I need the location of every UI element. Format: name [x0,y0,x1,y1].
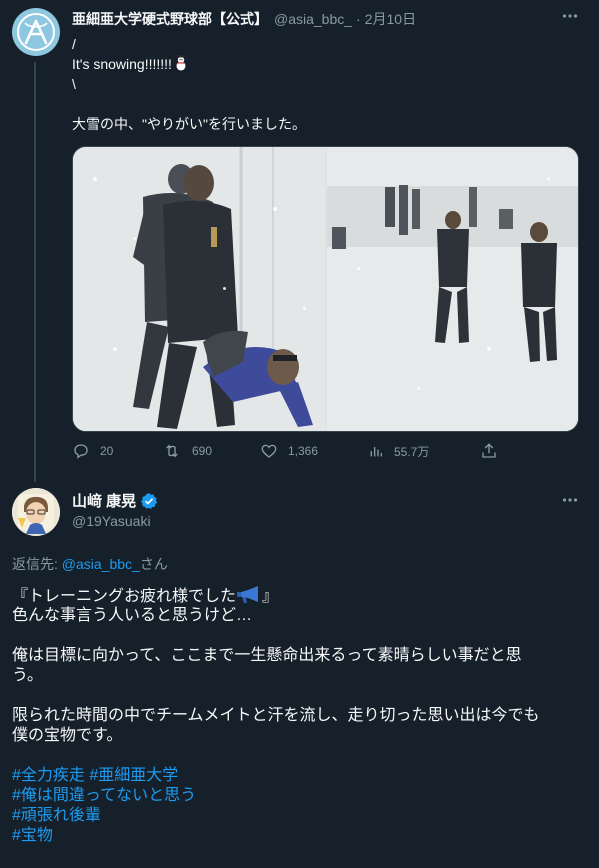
tweet-line-text: 『トレーニングお疲れ様でした [12,588,237,605]
original-tweet[interactable]: 亜細亜大学硬式野球部【公式】 @asia_bbc_ · 2月10日 / It's… [0,0,599,482]
tweet-line: 僕の宝物です。 [12,727,123,744]
photo-1[interactable] [73,147,325,431]
view-count: 55.7万 [394,444,430,459]
tweet-header: 亜細亜大学硬式野球部【公式】 @asia_bbc_ · 2月10日 [72,9,416,29]
retweet-count: 690 [192,444,213,458]
tweet-line: う。 [12,667,44,684]
hashtag-line: #俺は間違ってないと思う [12,786,587,806]
more-options-icon[interactable] [560,490,580,510]
tweet-line: 限られた時間の中でチームメイトと汗を流し、走り切った思い出は今でも [12,707,540,724]
tweet-line: 大雪の中、"やりがい"を行いました。 [72,116,306,132]
share-icon [482,443,496,458]
views-icon [370,447,382,457]
tweet-actions: 20 690 1,366 55.7万 [72,442,502,466]
views-button[interactable]: 55.7万 [368,442,429,460]
snowman-icon [174,54,188,76]
tweet-media[interactable] [72,146,579,432]
tweet-line-text: It's snowing!!!!!!! [72,56,172,72]
hashtag-line: #全力疾走 #亜細亜大学 [12,766,587,786]
author-name[interactable]: 亜細亜大学硬式野球部【公式】 [72,9,268,29]
author-name[interactable]: 山﨑 康晃 [72,490,136,511]
author-name-row: 山﨑 康晃 [72,490,158,511]
author-handle[interactable]: @19Yasuaki [72,513,151,529]
tweet-line: 色んな事言う人いると思うけど… [12,607,253,624]
reply-icon [74,444,88,459]
tweet-line: It's snowing!!!!!!! [72,54,306,74]
tweet-line: 『トレーニングお疲れ様でした 』 [12,586,587,606]
tweet-line: / [72,36,76,52]
hashtag-link[interactable]: #全力疾走 [12,767,85,784]
retweet-icon [166,444,178,458]
more-options-icon[interactable] [560,6,580,26]
retweet-button[interactable]: 690 [162,442,212,460]
like-count: 1,366 [288,444,319,458]
reply-suffix: さん [139,556,168,572]
replying-to: 返信先: @asia_bbc_さん [12,554,168,574]
reply-count: 20 [100,444,114,458]
author-avatar[interactable] [12,488,60,536]
hashtag-line: #宝物 [12,826,587,846]
hashtag-link[interactable]: #宝物 [12,827,53,844]
hashtag-link[interactable]: #俺は間違ってないと思う [12,787,196,804]
reply-prefix: 返信先: [12,556,62,572]
reply-to-link[interactable]: @asia_bbc_ [62,556,140,572]
reply-button[interactable]: 20 [72,442,113,460]
tweet-line [72,94,306,114]
tweet-text: 『トレーニングお疲れ様でした 』 色んな事言う人いると思うけど… 俺は目標に向かっ… [12,586,587,846]
hashtag-link[interactable]: #頑張れ後輩 [12,807,101,824]
thread-connector [34,62,36,482]
verified-badge-icon [140,492,158,510]
tweet-text: / It's snowing!!!!!!! \ 大雪の中、"やりがい"を行いまし… [72,34,306,134]
tweet-line: \ [72,76,76,92]
reply-tweet[interactable]: 山﨑 康晃 @19Yasuaki 返信先: @asia_bbc_さん 『トレーニ… [0,478,599,868]
tweet-line-text: 』 [262,588,279,605]
hashtag-line: #頑張れ後輩 [12,806,587,826]
tweet-line: 俺は目標に向かって、ここまで一生懸命出来るって素晴らしい事だと思 [12,647,522,664]
hashtag-link[interactable]: #亜細亜大学 [89,767,178,784]
team-avatar[interactable] [12,8,60,56]
share-button[interactable] [480,442,508,460]
author-handle[interactable]: @asia_bbc_ [274,11,352,27]
photo-2[interactable] [327,147,578,431]
team-logo-icon [17,13,55,51]
tweet-timestamp[interactable]: 2月10日 [365,9,416,29]
heart-icon [261,444,277,458]
like-button[interactable]: 1,366 [260,442,318,460]
separator-dot: · [356,11,361,27]
